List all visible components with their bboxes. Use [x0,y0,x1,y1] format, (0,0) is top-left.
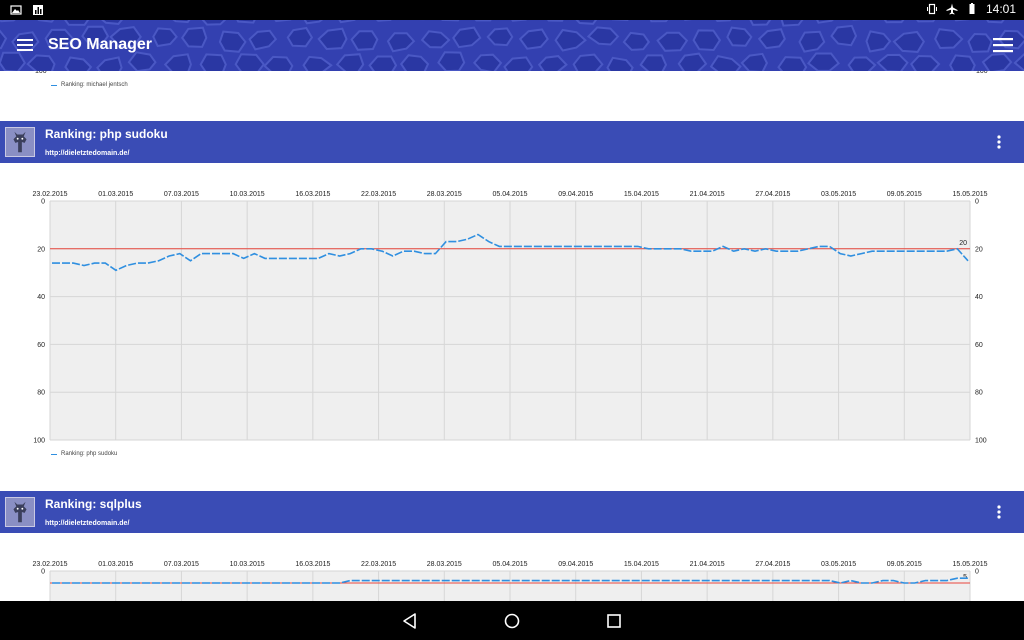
y-tick-label-left: 20 [37,246,45,253]
x-tick-label: 10.03.2015 [230,191,265,198]
navigation-menu-button[interactable] [16,35,36,55]
card-url[interactable]: http://dieletztedomain.de/ [45,520,129,527]
x-tick-label: 01.03.2015 [98,191,133,198]
hamburger-menu-button[interactable] [992,34,1014,56]
airplane-icon [946,3,958,15]
x-tick-label: 22.03.2015 [361,191,396,198]
y-tick-label-left: 100 [33,438,45,445]
x-tick-label: 23.02.2015 [32,191,67,198]
card-title: Ranking: php sudoku [45,127,168,141]
giraffe-pattern-background [0,20,1024,71]
x-tick-label: 21.04.2015 [690,191,725,198]
card-title: Ranking: sqlplus [45,497,142,511]
y-tick-label-right: 100 [975,438,987,445]
x-tick-label: 09.05.2015 [887,191,922,198]
y-tick-label-right: 0 [975,569,979,576]
x-tick-label: 05.04.2015 [492,191,527,198]
chart-notification-icon [33,5,43,15]
app-title: SEO Manager [48,36,153,53]
card-header-php-sudoku[interactable]: Ranking: php sudoku http://dieletztedoma… [0,121,1024,163]
giraffe-logo-icon [5,497,35,527]
ranking-chart-php-sudoku: 23.02.2015 01.03.2015 07.03.2015 10.03.2015… [32,191,987,445]
giraffe-logo-icon [5,127,35,157]
x-tick-label: 15.04.2015 [624,561,659,568]
card-list[interactable]: 100 100 Ranking: michael jentsch Ranking… [0,71,1024,601]
y-tick-label-right: 60 [975,342,983,349]
x-tick-label: 27.04.2015 [755,561,790,568]
x-tick-label: 28.03.2015 [427,561,462,568]
app-bar: SEO Manager [0,20,1024,71]
x-tick-label: 23.02.2015 [32,561,67,568]
x-tick-label: 03.05.2015 [821,561,856,568]
x-tick-label: 15.05.2015 [952,561,987,568]
x-tick-label: 01.03.2015 [98,561,133,568]
top-chart-legend-label: Ranking: michael jentsch [61,82,128,88]
y-tick-label-left: 80 [37,390,45,397]
image-notification-icon [10,5,22,15]
x-tick-label: 16.03.2015 [295,561,330,568]
x-tick-label: 03.05.2015 [821,191,856,198]
x-tick-label: 09.04.2015 [558,191,593,198]
card-url[interactable]: http://dieletztedomain.de/ [45,150,129,157]
chart-legend-label: Ranking: php sudoku [61,451,118,457]
x-tick-label: 05.04.2015 [492,561,527,568]
more-options-icon[interactable] [996,134,1002,150]
chart-legend: Ranking: php sudoku [51,451,117,457]
y-tick-label-right: 40 [975,294,983,301]
back-button[interactable] [401,612,419,630]
y-tick-label-right: 80 [975,390,983,397]
recents-button[interactable] [605,612,623,630]
legend-swatch [51,453,57,455]
ranking-chart-sqlplus: 23.02.2015 01.03.2015 07.03.2015 10.03.2015… [32,561,988,601]
card-header-sqlplus[interactable]: Ranking: sqlplus http://dieletztedomain.… [0,491,1024,533]
x-tick-label: 15.04.2015 [624,191,659,198]
status-bar: 14:01 [0,0,1024,20]
x-tick-label: 09.04.2015 [558,561,593,568]
top-chart-axis-left: 100 [35,71,47,75]
y-tick-label-left: 40 [37,294,45,301]
threshold-label: 20 [959,240,967,247]
y-tick-label-right: 0 [975,199,979,206]
system-navigation-bar [0,601,1024,640]
y-tick-label-left: 0 [41,199,45,206]
y-tick-label-right: 20 [975,246,983,253]
x-tick-label: 15.05.2015 [952,191,987,198]
battery-icon [969,3,975,14]
x-tick-label: 07.03.2015 [164,561,199,568]
top-chart-axis-right: 100 [976,71,988,75]
x-tick-label: 09.05.2015 [887,561,922,568]
y-tick-label-left: 0 [41,569,45,576]
x-tick-label: 22.03.2015 [361,561,396,568]
more-options-icon[interactable] [996,504,1002,520]
x-tick-label: 21.04.2015 [690,561,725,568]
home-button[interactable] [503,612,521,630]
y-tick-label-left: 60 [37,342,45,349]
x-tick-label: 16.03.2015 [295,191,330,198]
x-tick-label: 07.03.2015 [164,191,199,198]
vibrate-icon [926,3,937,15]
x-tick-label: 10.03.2015 [230,561,265,568]
top-chart-legend: Ranking: michael jentsch [51,82,128,88]
x-tick-label: 27.04.2015 [755,191,790,198]
status-time: 14:01 [985,2,1016,16]
legend-swatch [51,84,57,86]
x-tick-label: 28.03.2015 [427,191,462,198]
